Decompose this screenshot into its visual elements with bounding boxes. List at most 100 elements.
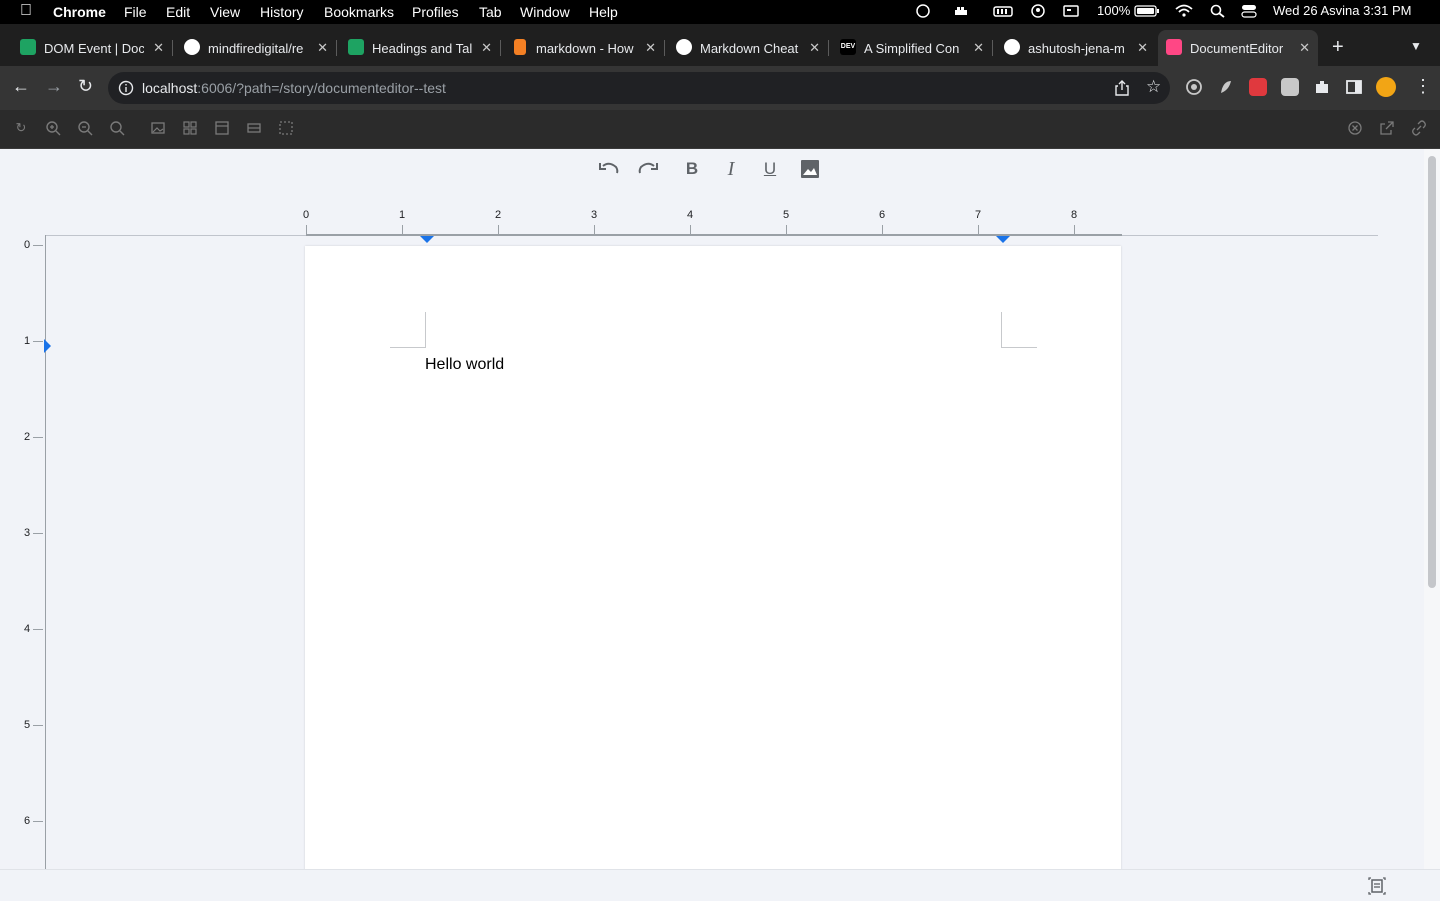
ruler-tick-label: 2 <box>24 431 31 443</box>
apple-menu-icon[interactable]:  <box>20 2 32 20</box>
background-image-icon[interactable] <box>150 120 166 136</box>
site-info-icon[interactable] <box>118 80 134 96</box>
sheets-icon <box>20 39 36 55</box>
github-icon <box>184 39 200 55</box>
close-tab-icon[interactable]: ✕ <box>1299 40 1310 56</box>
close-tab-icon[interactable]: ✕ <box>645 40 656 56</box>
tab-label: DOM Event | Doc <box>44 41 144 56</box>
menu-item-file[interactable]: File <box>124 4 147 20</box>
back-icon[interactable]: ← <box>12 76 30 97</box>
share-icon[interactable] <box>1114 79 1130 97</box>
tab-markdown-how[interactable]: markdown - How ✕ <box>504 30 664 66</box>
spotlight-search-icon[interactable] <box>1210 4 1226 18</box>
side-panel-icon[interactable] <box>1345 78 1363 96</box>
ruler-tick-label: 5 <box>24 719 31 731</box>
tab-document-editor[interactable]: DocumentEditor ✕ <box>1158 30 1318 66</box>
reload-icon[interactable]: ↻ <box>78 76 93 97</box>
extension-leaf-icon[interactable] <box>1217 78 1235 96</box>
menu-item-help[interactable]: Help <box>589 4 618 20</box>
extension-target-icon[interactable] <box>1185 78 1203 96</box>
menu-item-edit[interactable]: Edit <box>166 4 190 20</box>
ruler-tick-label: 6 <box>24 815 31 827</box>
ruler-tick-label: 1 <box>24 335 31 347</box>
underline-icon[interactable]: U <box>757 157 783 181</box>
left-indent-marker-icon[interactable] <box>420 236 434 244</box>
address-bar[interactable]: localhost:6006/?path=/story/documentedit… <box>108 72 1170 104</box>
open-new-tab-icon[interactable] <box>1379 120 1395 136</box>
tab-label: A Simplified Con <box>864 41 960 56</box>
menu-item-view[interactable]: View <box>210 4 240 20</box>
menu-clock[interactable]: Wed 26 Asvina 3:31 PM <box>1273 3 1412 18</box>
measure-icon[interactable] <box>246 120 262 136</box>
github-icon <box>1004 39 1020 55</box>
close-tab-icon[interactable]: ✕ <box>973 40 984 56</box>
format-toolbar: B I U <box>0 149 1424 189</box>
url-path: :6006/?path=/story/documenteditor--test <box>197 80 446 96</box>
bookmark-star-icon[interactable]: ☆ <box>1146 77 1161 97</box>
close-tab-icon[interactable]: ✕ <box>809 40 820 56</box>
chrome-menu-icon[interactable]: ⋮ <box>1414 76 1432 97</box>
tab-simplified[interactable]: DEV A Simplified Con ✕ <box>832 30 992 66</box>
scrollbar-thumb[interactable] <box>1428 156 1436 588</box>
battery-icon[interactable] <box>1134 4 1160 18</box>
bold-icon[interactable]: B <box>679 157 705 181</box>
menu-item-chrome[interactable]: Chrome <box>53 4 106 20</box>
top-margin-marker-icon[interactable] <box>44 339 52 353</box>
menu-item-bookmarks[interactable]: Bookmarks <box>324 4 394 20</box>
insert-image-icon[interactable] <box>797 157 823 181</box>
tab-mindfiredigital[interactable]: mindfiredigital/re ✕ <box>176 30 336 66</box>
tab-ashutosh[interactable]: ashutosh-jena-m ✕ <box>996 30 1156 66</box>
tab-headings[interactable]: Headings and Tal ✕ <box>340 30 500 66</box>
close-tab-icon[interactable]: ✕ <box>481 40 492 56</box>
zoom-reset-icon[interactable] <box>109 120 125 136</box>
ruler-tick-label: 3 <box>24 527 31 539</box>
document-page[interactable]: Hello world <box>305 246 1121 869</box>
url-text[interactable]: localhost:6006/?path=/story/documentedit… <box>142 80 446 96</box>
undo-icon[interactable] <box>596 157 622 181</box>
tab-label: Headings and Tal <box>372 41 472 56</box>
new-tab-icon[interactable]: + <box>1332 36 1344 59</box>
close-tab-icon[interactable]: ✕ <box>1137 40 1148 56</box>
close-tab-icon[interactable]: ✕ <box>317 40 328 56</box>
right-indent-marker-icon[interactable] <box>996 236 1010 244</box>
circle-status-icon[interactable] <box>915 4 931 18</box>
tab-markdown-cheat[interactable]: Markdown Cheat ✕ <box>668 30 828 66</box>
remount-icon[interactable]: ↻ <box>13 120 29 136</box>
extension-gray-icon[interactable] <box>1281 78 1299 96</box>
docker-icon[interactable] <box>953 4 969 18</box>
margin-corner-top-left <box>390 312 426 348</box>
menu-item-tab[interactable]: Tab <box>479 4 502 20</box>
close-panel-icon[interactable] <box>1347 120 1363 136</box>
user-status-icon[interactable] <box>1030 4 1046 18</box>
sheets-icon <box>348 39 364 55</box>
grid-icon[interactable] <box>182 120 198 136</box>
zoom-in-icon[interactable] <box>45 120 61 136</box>
extension-red-icon[interactable] <box>1249 78 1267 96</box>
profile-avatar[interactable] <box>1376 77 1396 97</box>
outline-icon[interactable] <box>278 120 294 136</box>
italic-icon[interactable]: I <box>718 157 744 181</box>
tab-search-chevron-icon[interactable]: ▼ <box>1410 39 1422 53</box>
tab-dom-event[interactable]: DOM Event | Doc ✕ <box>12 30 172 66</box>
control-center-icon[interactable] <box>1241 4 1257 18</box>
document-editor: B I U 0 1 2 3 4 5 6 7 8 0 1 2 3 4 5 6 He… <box>0 149 1424 869</box>
tab-label: markdown - How <box>536 41 634 56</box>
display-icon[interactable] <box>1063 4 1079 18</box>
menu-item-window[interactable]: Window <box>520 4 570 20</box>
tab-label: ashutosh-jena-m <box>1028 41 1125 56</box>
fit-page-icon[interactable] <box>1368 877 1386 895</box>
close-tab-icon[interactable]: ✕ <box>153 40 164 56</box>
menu-item-profiles[interactable]: Profiles <box>412 4 459 20</box>
extensions-puzzle-icon[interactable] <box>1313 78 1331 96</box>
document-text[interactable]: Hello world <box>425 356 504 374</box>
viewport-icon[interactable] <box>214 120 230 136</box>
memory-icon[interactable] <box>993 4 1013 18</box>
forward-icon[interactable]: → <box>45 76 63 97</box>
redo-icon[interactable] <box>635 157 661 181</box>
wifi-icon[interactable] <box>1175 4 1193 18</box>
zoom-out-icon[interactable] <box>77 120 93 136</box>
menu-item-history[interactable]: History <box>260 4 304 20</box>
storybook-icon <box>1166 39 1182 55</box>
ruler-tick-label: 4 <box>24 623 31 635</box>
copy-link-icon[interactable] <box>1411 120 1427 136</box>
